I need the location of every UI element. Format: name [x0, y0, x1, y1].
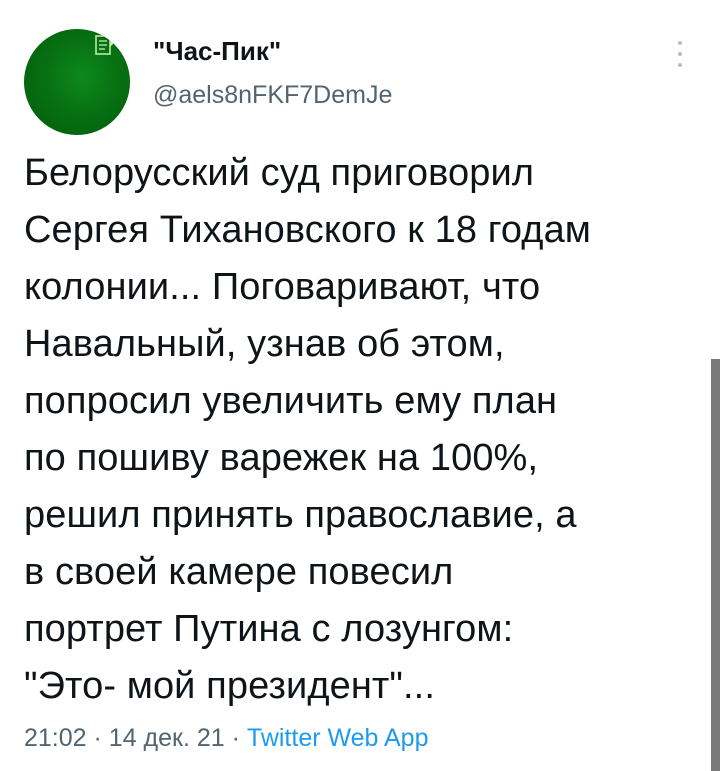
tweet-line: портрет Путина с лозунгом: [24, 608, 514, 650]
tweet-line: решил принять православие, а [24, 494, 577, 536]
more-vertical-icon[interactable] [668, 36, 692, 72]
tweet-date[interactable]: 14 дек. 21 [109, 724, 225, 752]
tweet-line: попросил увеличить ему план [24, 380, 558, 422]
tweet-line: по пошиву варежек на 100%, [24, 437, 539, 479]
tweet-meta: 21:02 · 14 дек. 21 · Twitter Web App [24, 722, 429, 754]
avatar[interactable] [24, 29, 130, 135]
tweet-line: Навальный, узнав об этом, [24, 323, 505, 365]
tweet-line: Белорусский суд приговорил [24, 152, 535, 194]
tweet-line: колонии... Поговаривают, что [24, 266, 541, 308]
meta-separator: · [231, 724, 240, 752]
tweet-text: Белорусский суд приговорил Сергея Тихано… [24, 145, 704, 715]
tweet-line: Сергея Тихановского к 18 годам [24, 209, 592, 251]
author-name[interactable]: "Час-Пик" [153, 36, 281, 66]
scrollbar[interactable] [711, 359, 720, 771]
tweet-source-link[interactable]: Twitter Web App [247, 724, 429, 752]
tweet-line: "Это- мой президент"... [24, 665, 435, 707]
author-handle[interactable]: @aels8nFKF7DemJe [153, 80, 392, 110]
meta-separator: · [93, 724, 102, 752]
tweet-line: в своей камере повесил [24, 551, 454, 593]
tweet-time[interactable]: 21:02 [24, 724, 87, 752]
newspaper-logo-icon [95, 35, 114, 55]
tweet: "Час-Пик" @aels8nFKF7DemJe Белорусский с… [0, 0, 720, 771]
